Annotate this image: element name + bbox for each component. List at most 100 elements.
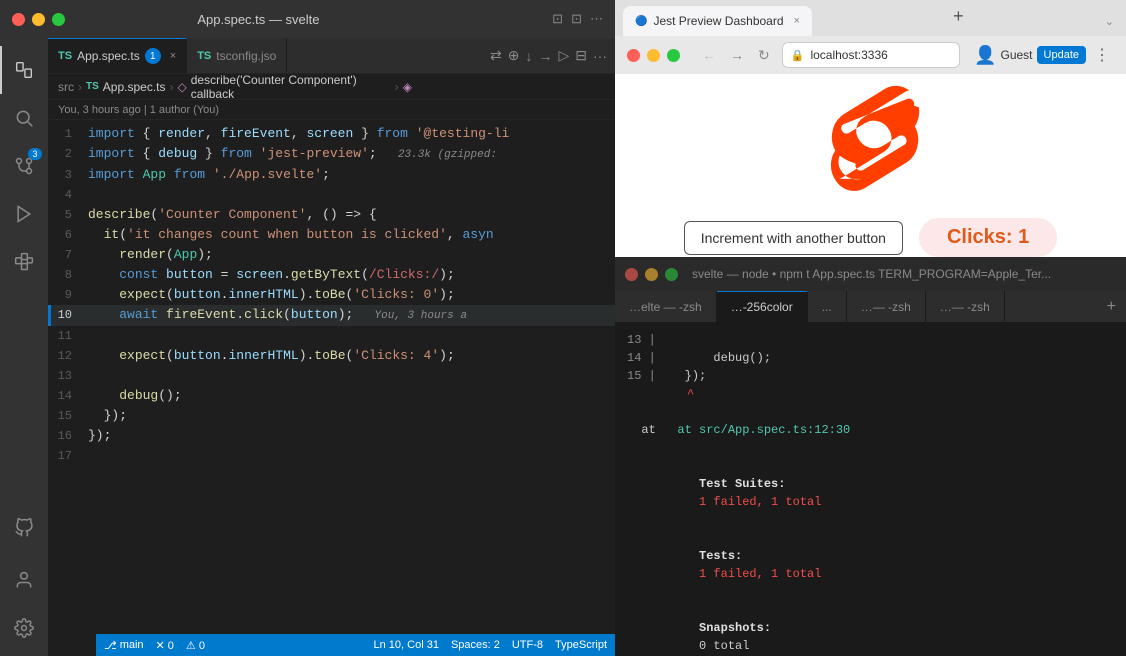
browser-new-tab-button[interactable]: +: [948, 6, 968, 26]
forward-button[interactable]: →: [726, 45, 748, 65]
line-number: 8: [48, 265, 88, 285]
play-icon[interactable]: ▷: [558, 47, 569, 64]
tab-app-spec[interactable]: TS App.spec.ts 1 ×: [48, 38, 187, 73]
status-encoding[interactable]: UTF-8: [512, 639, 543, 651]
browser-more-icon[interactable]: ⋮: [1090, 45, 1114, 65]
browser-close-button[interactable]: [627, 49, 640, 62]
line-number: 6: [48, 225, 88, 245]
table-row: 13: [48, 366, 615, 386]
terminal-maximize-button[interactable]: [665, 268, 678, 281]
terminal-tab-dots[interactable]: ...: [808, 291, 847, 322]
browser-tab-jest-preview[interactable]: 🔵 Jest Preview Dashboard ×: [623, 6, 812, 36]
line-number: 7: [48, 245, 88, 265]
layout-icon-3[interactable]: ⋯: [590, 11, 603, 27]
user-icon[interactable]: 👤: [974, 45, 996, 66]
table-row: 10 await fireEvent.click(button); You, 3…: [48, 305, 615, 326]
breadcrumb-file: App.spec.ts: [103, 80, 166, 94]
terminal-tab-zsh1[interactable]: …elte — -zsh: [615, 291, 717, 322]
browser-buttons-row: Increment with another button Clicks: 1: [684, 218, 1058, 257]
terminal-tab-label: …elte — -zsh: [629, 300, 702, 314]
terminal-minimize-button[interactable]: [645, 268, 658, 281]
tab-tsconfig[interactable]: TS tsconfig.jso: [187, 38, 287, 73]
status-warnings[interactable]: ⚠ 0: [186, 639, 205, 652]
line-number: 12: [48, 346, 88, 366]
browser-window: 🔵 Jest Preview Dashboard × + ⌄ ←: [615, 0, 1126, 257]
source-control-action-icon[interactable]: ⇄: [490, 47, 502, 64]
activity-bar: 3: [0, 38, 48, 656]
update-button[interactable]: Update: [1037, 46, 1086, 64]
close-button[interactable]: [12, 13, 25, 26]
list-item: 13 |: [627, 331, 1114, 349]
browser-tab-close-icon[interactable]: ×: [794, 15, 800, 27]
sync-icon[interactable]: ↓: [525, 48, 532, 64]
line-content: });: [88, 406, 615, 426]
minimize-button[interactable]: [32, 13, 45, 26]
git-info-bar: You, 3 hours ago | 1 author (You): [48, 100, 615, 120]
editor-tab-bar: TS App.spec.ts 1 × TS tsconfig.jso ⇄ ⊕ ↓…: [48, 38, 615, 74]
guest-label: Guest: [1001, 48, 1033, 62]
line-content: import App from './App.svelte';: [88, 165, 615, 185]
terminal-title-bar: svelte — node • npm t App.spec.ts TERM_P…: [615, 257, 1126, 291]
terminal-path: at src/App.spec.ts:12:30: [663, 423, 850, 437]
table-row: 6 it('it changes count when button is cl…: [48, 225, 615, 245]
terminal-label-snapshots: Snapshots:: [699, 621, 793, 635]
line-content: expect(button.innerHTML).toBe('Clicks: 0…: [88, 285, 615, 305]
pin-icon[interactable]: ⊕: [508, 47, 520, 64]
sidebar-item-source-control[interactable]: 3: [0, 142, 48, 190]
sidebar-item-extensions[interactable]: [0, 238, 48, 286]
browser-content: Increment with another button Clicks: 1: [615, 74, 1126, 257]
breadcrumb-sep-1: ›: [78, 80, 82, 94]
line-number: 17: [48, 446, 88, 466]
tab-close-icon[interactable]: ×: [170, 50, 176, 62]
table-row: 7 render(App);: [48, 245, 615, 265]
terminal-tab-zsh4[interactable]: …— -zsh: [926, 291, 1005, 322]
layout-icon-1[interactable]: ⊡: [552, 11, 563, 27]
terminal-tab-256color[interactable]: …-256color: [717, 291, 808, 322]
status-errors[interactable]: ✕ 0: [156, 639, 174, 652]
code-editor[interactable]: 1 import { render, fireEvent, screen } f…: [48, 120, 615, 656]
status-git-branch[interactable]: ⎇ main: [104, 639, 144, 652]
increment-another-button[interactable]: Increment with another button: [684, 221, 903, 255]
line-content: debug();: [88, 386, 615, 406]
browser-url-bar[interactable]: 🔒 localhost:3336: [782, 42, 960, 68]
table-row: 4: [48, 185, 615, 205]
sidebar-item-account[interactable]: [0, 556, 48, 604]
more-actions-icon[interactable]: ···: [593, 48, 607, 64]
sidebar-item-run[interactable]: [0, 190, 48, 238]
layout-icon-2[interactable]: ⊡: [571, 11, 582, 27]
terminal-line-code: debug();: [656, 351, 771, 365]
browser-navigation: ← → ↻: [698, 45, 774, 66]
status-line-col[interactable]: Ln 10, Col 31: [374, 639, 439, 651]
refresh-button[interactable]: ↻: [754, 45, 774, 66]
breadcrumb-describe: describe('Counter Component') callback: [191, 74, 391, 100]
line-content: [88, 366, 615, 386]
split-icon[interactable]: ⊟: [575, 47, 587, 64]
line-content: import { render, fireEvent, screen } fro…: [88, 124, 615, 144]
maximize-button[interactable]: [52, 13, 65, 26]
tab-label: App.spec.ts: [77, 49, 140, 63]
window-title: App.spec.ts — svelte: [197, 12, 319, 27]
browser-minimize-button[interactable]: [647, 49, 660, 62]
terminal-value-tests: 1 failed, 1 total: [699, 567, 821, 581]
status-spaces[interactable]: Spaces: 2: [451, 639, 500, 651]
sidebar-item-git[interactable]: [0, 504, 48, 552]
git-info-text: You, 3 hours ago | 1 author (You): [58, 104, 219, 116]
status-lang[interactable]: TypeScript: [555, 639, 607, 651]
list-item: ^: [687, 385, 1114, 403]
browser-window-controls-2: [627, 49, 680, 62]
editor-area: TS App.spec.ts 1 × TS tsconfig.jso ⇄ ⊕ ↓…: [48, 38, 615, 656]
back-button[interactable]: ←: [698, 45, 720, 65]
terminal-tab-zsh3[interactable]: …— -zsh: [847, 291, 926, 322]
browser-maximize-button[interactable]: [667, 49, 680, 62]
terminal-add-tab-button[interactable]: +: [1097, 291, 1126, 322]
git-branch-icon: ⎇: [104, 639, 117, 652]
breadcrumb-icon-cb: ◈: [403, 80, 412, 94]
table-row: 3 import App from './App.svelte';: [48, 165, 615, 185]
sidebar-item-explorer[interactable]: [0, 46, 48, 94]
chevron-down-icon[interactable]: ⌄: [1105, 15, 1114, 28]
terminal-close-button[interactable]: [625, 268, 638, 281]
table-row: 5 describe('Counter Component', () => {: [48, 205, 615, 225]
forward-icon[interactable]: →: [538, 48, 552, 64]
sidebar-item-settings[interactable]: [0, 604, 48, 652]
sidebar-item-search[interactable]: [0, 94, 48, 142]
